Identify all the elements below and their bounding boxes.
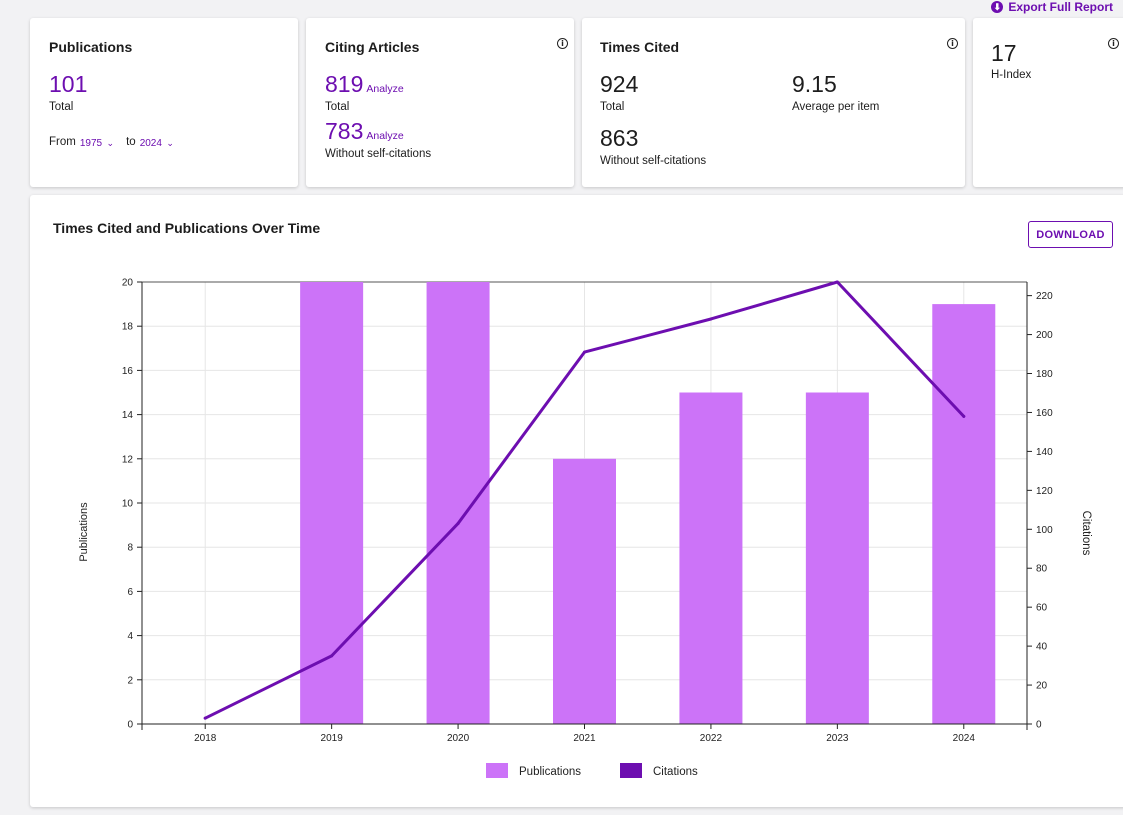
publications-card: Publications 101 Total From 1975 ⌄ to 20… (30, 18, 298, 187)
citing-without-label: Without self-citations (325, 148, 432, 160)
times-cited-without-label: Without self-citations (600, 155, 707, 167)
citing-without-value[interactable]: 783 (325, 119, 363, 143)
info-icon[interactable]: i (1108, 38, 1119, 49)
citing-total-value[interactable]: 819 (325, 72, 363, 96)
publications-total-label: Total (49, 101, 74, 113)
export-full-report-link[interactable]: ⬇ Export Full Report (991, 0, 1113, 14)
year-range: From 1975 ⌄ to 2024 ⌄ (49, 133, 174, 151)
times-cited-without-value: 863 (600, 125, 639, 151)
info-icon[interactable]: i (947, 38, 958, 49)
average-per-item-value: 9.15 (792, 71, 837, 97)
to-year-select[interactable]: 2024 ⌄ (136, 133, 174, 151)
export-label: Export Full Report (1008, 0, 1113, 14)
times-cited-card: Times Cited i 924 Total 9.15 Average per… (582, 18, 965, 187)
citing-total-label: Total (325, 101, 350, 113)
average-per-item-label: Average per item (792, 101, 880, 113)
chevron-down-icon: ⌄ (106, 138, 115, 148)
from-label: From (49, 136, 76, 148)
chevron-down-icon: ⌄ (166, 138, 174, 148)
publications-title: Publications (49, 39, 133, 55)
citing-articles-card: Citing Articles i 819 Analyze Total 783 … (306, 18, 574, 187)
download-icon: ⬇ (991, 1, 1004, 13)
analyze-total-link[interactable]: Analyze (366, 83, 403, 95)
times-cited-total-label: Total (600, 101, 625, 113)
analyze-without-link[interactable]: Analyze (366, 130, 403, 142)
h-index-label: H-Index (991, 69, 1032, 81)
from-year-select[interactable]: 1975 ⌄ (76, 133, 114, 151)
h-index-value: 17 (991, 40, 1017, 66)
h-index-card: i 17 H-Index (973, 18, 1123, 187)
info-icon[interactable]: i (557, 38, 568, 49)
download-button[interactable]: DOWNLOAD (1028, 221, 1113, 248)
chart-title: Times Cited and Publications Over Time (53, 220, 321, 236)
citing-articles-title: Citing Articles (325, 39, 420, 55)
publications-total-value[interactable]: 101 (49, 72, 87, 96)
to-label: to (126, 136, 136, 148)
times-cited-total-value: 924 (600, 71, 639, 97)
times-cited-title: Times Cited (600, 39, 680, 55)
chart-card: Times Cited and Publications Over Time D… (30, 195, 1123, 807)
